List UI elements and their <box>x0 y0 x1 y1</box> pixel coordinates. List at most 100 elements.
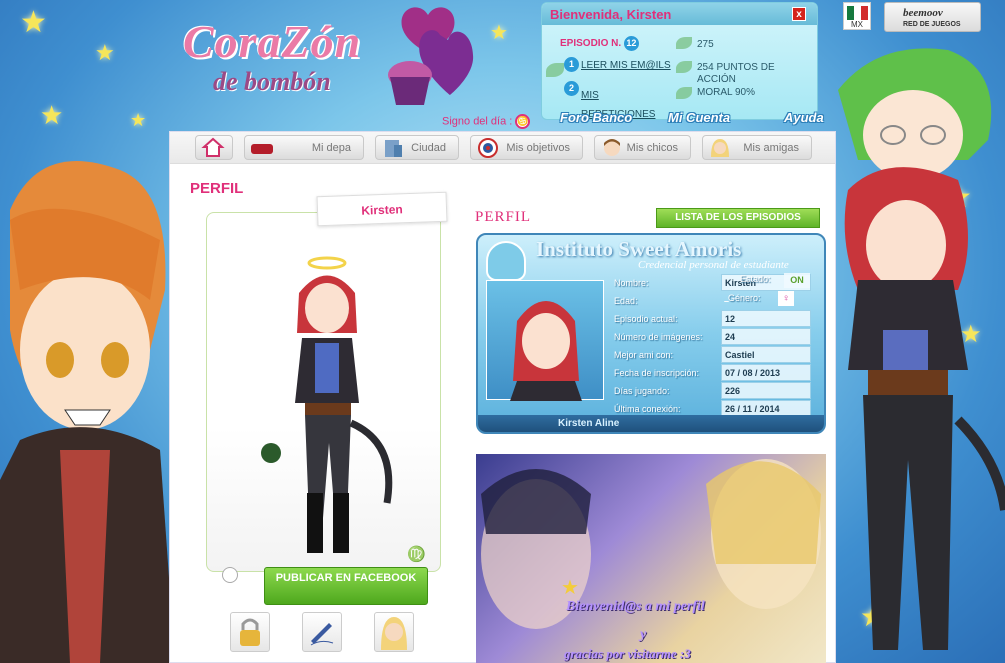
close-button[interactable]: x <box>792 7 806 21</box>
character-left-illustration <box>0 161 175 663</box>
sofa-icon <box>251 144 273 154</box>
country-selector[interactable]: MX <box>843 2 871 30</box>
welcome-panel: Bienvenida, Kirsten x EPISODIO N. 12 275… <box>541 2 818 120</box>
field-value: 226 <box>721 382 811 399</box>
cancer-sign-icon: ♋ <box>515 114 531 129</box>
sign-of-the-day: Signo del día : ♋ <box>442 114 531 129</box>
nav-ciudad[interactable]: Ciudad <box>375 135 459 160</box>
field-label: Fecha de inscripción: <box>614 367 700 378</box>
episode-label: EPISODIO N. <box>560 38 622 49</box>
logo-line2: de bombón <box>213 67 331 96</box>
banner-line3: gracias por visitarme :3 <box>564 646 691 661</box>
episode-number: 12 <box>623 36 639 51</box>
status-label: Estado: <box>740 274 771 284</box>
building-icon <box>385 140 402 157</box>
table-row: Número de imágenes: 24 <box>611 328 811 345</box>
star-decoration: ★ <box>130 110 147 130</box>
action-points-value: 254 PUNTOS DE ACCIÓN <box>697 62 775 85</box>
sign-label: Signo del día : <box>442 115 513 128</box>
cupcake-icon <box>486 241 526 281</box>
card-subtitle: Credencial personal de estudiante <box>638 259 789 271</box>
beemoov-logo: beemoov <box>903 7 943 19</box>
game-logo[interactable]: CoraZón de bombón <box>175 5 475 115</box>
publish-facebook-button[interactable]: PUBLICAR EN FACEBOOK <box>264 567 428 605</box>
status-badge: ON <box>784 273 810 288</box>
field-label: Episodio actual: <box>614 313 678 324</box>
avatar-name: Kirsten <box>361 202 403 218</box>
virgo-sign-icon: ♍ <box>407 546 426 563</box>
banner-line2: y <box>640 627 647 642</box>
svg-text:★: ★ <box>561 577 579 599</box>
field-label: Nombre: <box>614 277 649 288</box>
action-points-icon <box>676 61 692 73</box>
nav-label: Mis chicos <box>626 142 678 154</box>
banner-line1: Bienvenid@s a mi perfil <box>566 599 705 614</box>
my-account-link[interactable]: Mi Cuenta <box>668 110 730 125</box>
table-row: Nombre: Kirsten <box>611 274 811 291</box>
nav-label: Mis amigas <box>743 142 799 154</box>
card-fullname: Kirsten Aline <box>558 418 620 429</box>
episodes-list-button[interactable]: LISTA DE LOS EPISODIOS <box>656 208 820 228</box>
beemoov-network-link[interactable]: beemoov RED DE JUEGOS <box>884 2 981 32</box>
pen-icon <box>310 623 334 646</box>
nav-label: Ciudad <box>411 142 446 154</box>
field-label: Edad: <box>614 295 638 306</box>
star-decoration: ★ <box>490 22 508 44</box>
forum-bank-link[interactable]: Foro Banco <box>560 110 632 125</box>
nav-label: Mi depa <box>311 142 351 154</box>
moral-value: MORAL 90% <box>697 87 755 98</box>
nav-label: Mis objetivos <box>506 142 570 154</box>
avatar-frame: ♍ <box>206 212 441 572</box>
nav-mis-chicos[interactable]: Mis chicos <box>594 135 691 160</box>
field-label: Número de imágenes: <box>614 331 703 342</box>
field-value: Castiel <box>721 346 811 363</box>
home-icon <box>201 137 225 157</box>
episode-indicator: EPISODIO N. 12 <box>560 36 639 51</box>
padlock-icon <box>240 618 260 646</box>
girl-portrait-icon <box>381 617 407 650</box>
main-navigation: Mi depa Ciudad Mis objetivos Mis chicos … <box>170 132 835 164</box>
field-value: 12 <box>721 310 811 327</box>
character-right-illustration <box>838 48 1005 650</box>
nav-mi-depa[interactable]: Mi depa <box>244 135 364 160</box>
unlock-button[interactable] <box>230 612 270 652</box>
table-row: Mejor ami con: Castiel <box>611 346 811 363</box>
profile-banner-image: ★ Bienvenid@s a mi perfil y gracias por … <box>476 454 826 663</box>
female-icon: ♀ <box>778 291 794 306</box>
repetitions-count-badge: 2 <box>564 81 579 96</box>
table-row: Fecha de inscripción: 07 / 08 / 2013 <box>611 364 811 381</box>
field-value: 07 / 08 / 2013 <box>721 364 811 381</box>
star-decoration: ★ <box>20 6 47 39</box>
star-decoration: ★ <box>40 100 64 130</box>
field-value: 24 <box>721 328 811 345</box>
avatar-name-tab: Kirsten <box>316 191 448 227</box>
cupcake-heart-icon <box>388 7 474 105</box>
star-decoration: ★ <box>95 40 115 65</box>
logo-line1: CoraZón <box>183 16 362 67</box>
email-count-badge: 1 <box>564 57 579 72</box>
nav-home[interactable] <box>195 135 233 160</box>
email-icon <box>546 63 564 77</box>
boy-avatar-icon <box>604 139 620 156</box>
nav-mis-amigas[interactable]: Mis amigas <box>702 135 812 160</box>
gender-label: Género: <box>728 293 761 303</box>
girl-avatar-icon <box>711 139 729 157</box>
dollars-value: 275 <box>697 39 714 50</box>
table-row: Días jugando: 226 <box>611 382 811 399</box>
help-link[interactable]: Ayuda <box>784 110 824 125</box>
table-row: Episodio actual: 12 <box>611 310 811 327</box>
welcome-title: Bienvenida, Kirsten <box>550 7 672 22</box>
nav-mis-objetivos[interactable]: Mis objetivos <box>470 135 583 160</box>
country-code: MX <box>851 20 863 29</box>
read-emails-link[interactable]: LEER MIS EM@ILS <box>581 60 671 71</box>
card-photo <box>486 280 604 401</box>
main-panel: Mi depa Ciudad Mis objetivos Mis chicos … <box>169 131 836 663</box>
avatar-option-radio[interactable] <box>222 567 238 583</box>
flag-icon <box>847 6 854 20</box>
edit-profile-button[interactable] <box>302 612 342 652</box>
field-label: Días jugando: <box>614 385 670 396</box>
dollar-icon <box>676 37 692 49</box>
field-label: Mejor ami con: <box>614 349 674 360</box>
friends-button[interactable] <box>374 612 414 652</box>
target-icon <box>478 138 498 158</box>
